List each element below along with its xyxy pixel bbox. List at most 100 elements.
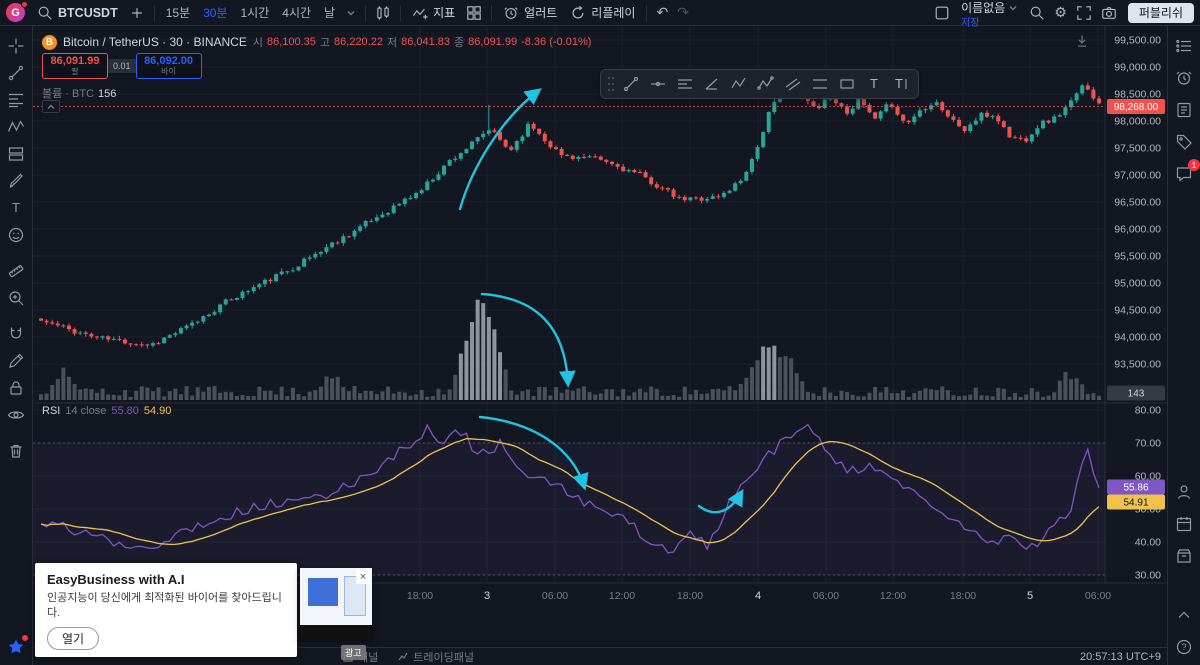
- box-icon: [1175, 547, 1193, 565]
- text-icon: T: [7, 199, 25, 217]
- chart-style-button[interactable]: [371, 2, 395, 24]
- save-layout-link[interactable]: 저장: [961, 19, 979, 30]
- settings-button[interactable]: ⚙: [1050, 2, 1071, 24]
- undo-button[interactable]: ↶: [652, 2, 672, 24]
- top-toolbar: G BTCUSDT 15분 30분 1시간 4시간 날 지표 얼러트 리플레이 …: [0, 0, 1200, 26]
- streams-panel-button[interactable]: [1172, 480, 1196, 504]
- hand-drawn-arrow[interactable]: [460, 91, 538, 209]
- brush-tool[interactable]: [4, 169, 28, 193]
- redo-button[interactable]: ↷: [673, 2, 693, 24]
- trend-line-tool[interactable]: [4, 61, 28, 85]
- publish-button[interactable]: 퍼블리쉬: [1128, 3, 1194, 23]
- timeframe-30m[interactable]: 30분: [197, 2, 233, 24]
- timeframe-1h[interactable]: 1시간: [235, 2, 276, 24]
- scroll-down-icon[interactable]: [1075, 34, 1089, 48]
- fib-lines-tool[interactable]: [672, 72, 698, 96]
- lock-drawings[interactable]: [4, 376, 28, 400]
- shop-panel-button[interactable]: [1172, 544, 1196, 568]
- trading-panel-tab-label: 트레이딩패널: [413, 649, 474, 665]
- time-axis-label: 06:00: [1085, 590, 1111, 602]
- trading-panel-tab[interactable]: 트레이딩패널: [388, 648, 484, 665]
- trend-angle-tool[interactable]: [699, 72, 725, 96]
- news-icon: [1175, 101, 1193, 119]
- measure-tool[interactable]: [4, 259, 28, 283]
- user-menu-button[interactable]: G: [6, 3, 25, 22]
- data-window-button[interactable]: [1172, 130, 1196, 154]
- favorites-star[interactable]: [4, 635, 28, 659]
- chevron-up-icon: [1175, 606, 1193, 624]
- compare-add-button[interactable]: [125, 2, 149, 24]
- screenshot-button[interactable]: [1097, 2, 1121, 24]
- zoom-tool[interactable]: [4, 286, 28, 310]
- layout-select-button[interactable]: [930, 2, 954, 24]
- drag-handle[interactable]: [605, 72, 617, 96]
- pattern-tool[interactable]: [4, 115, 28, 139]
- text-tool[interactable]: T: [861, 72, 887, 96]
- position-tool[interactable]: [4, 142, 28, 166]
- ad-open-button[interactable]: 열기: [47, 627, 99, 650]
- sell-price: 86,091.99: [51, 56, 100, 67]
- parallel-channel-tool[interactable]: [780, 72, 806, 96]
- bitcoin-logo-icon: B: [42, 35, 57, 50]
- price-chart-svg[interactable]: 99,500.0099,000.0098,500.0098,000.0097,5…: [33, 26, 1167, 647]
- stay-in-drawing-mode[interactable]: [4, 349, 28, 373]
- alert-button[interactable]: 얼러트: [497, 2, 563, 24]
- layout-grid-button[interactable]: [462, 2, 486, 24]
- news-panel-button[interactable]: [1172, 98, 1196, 122]
- sell-button[interactable]: 86,091.99 팔: [42, 53, 108, 79]
- quick-search-button[interactable]: [1025, 2, 1049, 24]
- low-label: 저: [387, 34, 397, 50]
- emoji-tool[interactable]: [4, 223, 28, 247]
- layout-name-button[interactable]: 이름없음 저장: [955, 2, 1024, 24]
- symbol-legend[interactable]: B Bitcoin / TetherUS · 30 · BINANCE 시86,…: [42, 34, 591, 50]
- fib-tool[interactable]: [4, 88, 28, 112]
- ad-thumbnail[interactable]: ×: [300, 568, 372, 640]
- collapse-sidebar-button[interactable]: [1172, 603, 1196, 627]
- buy-price: 86,092.00: [144, 56, 193, 67]
- price-axis-label: 99,000.00: [1114, 62, 1161, 74]
- close-value: 86,091.99: [468, 36, 517, 48]
- timeframe-menu-button[interactable]: [342, 2, 360, 24]
- timeframe-1d[interactable]: 날: [318, 2, 341, 24]
- rsi-legend[interactable]: RSI 14 close 55.80 54.90: [42, 405, 171, 417]
- flat-channel-tool[interactable]: [807, 72, 833, 96]
- path-tool[interactable]: [753, 72, 779, 96]
- price-axis-label: 95,000.00: [1114, 278, 1161, 290]
- horizontal-line-tool[interactable]: [645, 72, 671, 96]
- timeframe-15m[interactable]: 15분: [160, 2, 196, 24]
- anchored-text-tool[interactable]: T: [888, 72, 914, 96]
- remove-drawings[interactable]: [4, 439, 28, 463]
- indicators-button[interactable]: 지표: [406, 2, 461, 24]
- legend-collapse-button[interactable]: [42, 100, 60, 113]
- hide-drawings[interactable]: [4, 403, 28, 427]
- buy-button[interactable]: 86,092.00 바이: [136, 53, 202, 79]
- text-tool[interactable]: T: [4, 196, 28, 220]
- indicators-icon: [412, 5, 428, 21]
- replay-button[interactable]: 리플레이: [564, 2, 641, 24]
- volume-legend[interactable]: 볼륨 · BTC156: [42, 85, 116, 101]
- server-clock[interactable]: 20:57:13 UTC+9: [1080, 651, 1167, 663]
- tag-icon: [1175, 133, 1193, 151]
- symbol-search-button[interactable]: BTCUSDT: [31, 2, 124, 24]
- polyline-tool[interactable]: [726, 72, 752, 96]
- angle-icon: [703, 75, 721, 93]
- ad-card[interactable]: EasyBusiness with A.I 인공지능이 당신에게 최적화된 바이…: [35, 563, 297, 657]
- buy-label: 바이: [161, 68, 176, 76]
- rectangle-icon: [838, 75, 856, 93]
- help-button[interactable]: ?: [1172, 635, 1196, 659]
- redo-icon: ↷: [677, 6, 689, 20]
- trend-line-tool[interactable]: [618, 72, 644, 96]
- ad-body: 인공지능이 당신에게 최적화된 바이어를 찾아드립니다.: [47, 591, 285, 621]
- rectangle-tool[interactable]: [834, 72, 860, 96]
- calendar-panel-button[interactable]: [1172, 512, 1196, 536]
- chat-panel-button[interactable]: 1: [1172, 162, 1196, 186]
- timeframe-4h[interactable]: 4시간: [276, 2, 317, 24]
- alerts-panel-button[interactable]: [1172, 66, 1196, 90]
- ad-close-button[interactable]: ×: [356, 570, 370, 584]
- grid-layout-icon: [466, 5, 482, 21]
- watchlist-panel-button[interactable]: [1172, 34, 1196, 58]
- crosshair-tool[interactable]: [4, 34, 28, 58]
- fullscreen-button[interactable]: [1072, 2, 1096, 24]
- magnet-mode[interactable]: [4, 322, 28, 346]
- ad-title: EasyBusiness with A.I: [47, 572, 285, 587]
